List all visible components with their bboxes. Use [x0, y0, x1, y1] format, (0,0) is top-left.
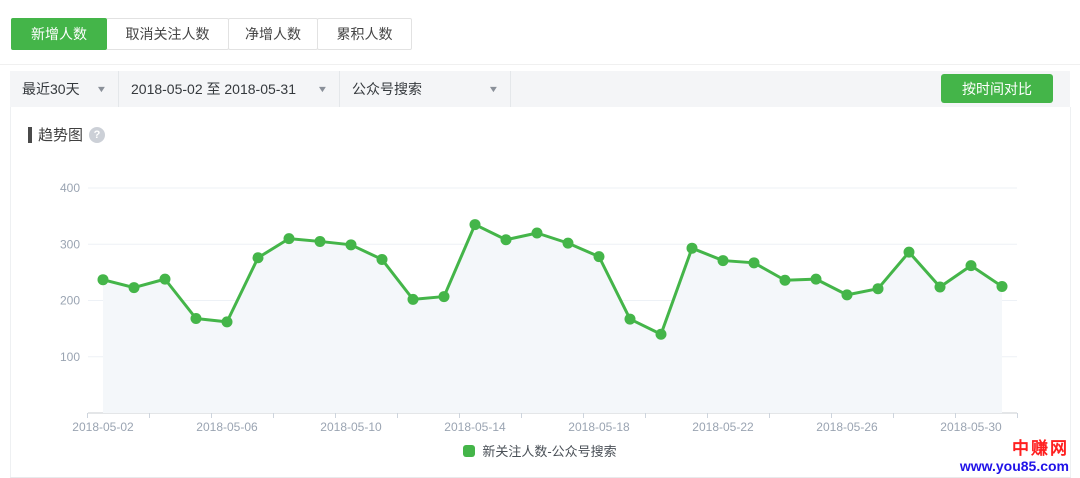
data-point[interactable] — [129, 282, 140, 293]
data-point[interactable] — [439, 291, 450, 302]
svg-text:2018-05-22: 2018-05-22 — [692, 420, 754, 434]
data-point[interactable] — [594, 251, 605, 262]
svg-text:2018-05-14: 2018-05-14 — [444, 420, 506, 434]
data-point[interactable] — [160, 274, 171, 285]
followers-analytics-page: 新增人数 取消关注人数 净增人数 累积人数 最近30天 ▼ 2018-05-02… — [0, 0, 1080, 478]
svg-text:200: 200 — [60, 294, 80, 308]
data-point[interactable] — [873, 283, 884, 294]
data-point[interactable] — [501, 234, 512, 245]
tab-new-followers[interactable]: 新增人数 — [11, 18, 107, 50]
y-axis-labels: 100 200 300 400 — [60, 181, 80, 364]
data-point[interactable] — [222, 316, 233, 327]
x-axis-labels: 2018-05-02 2018-05-06 2018-05-10 2018-05-14… — [72, 420, 1002, 434]
data-point[interactable] — [377, 254, 388, 265]
data-point[interactable] — [532, 228, 543, 239]
data-point[interactable] — [842, 289, 853, 300]
data-point[interactable] — [253, 252, 264, 263]
data-point[interactable] — [687, 243, 698, 254]
svg-text:100: 100 — [60, 350, 80, 364]
data-point[interactable] — [811, 274, 822, 285]
data-point[interactable] — [625, 314, 636, 325]
data-point[interactable] — [780, 275, 791, 286]
data-point[interactable] — [470, 219, 481, 230]
legend-marker-icon — [463, 445, 475, 457]
svg-text:2018-05-10: 2018-05-10 — [320, 420, 382, 434]
series-area-fill — [103, 225, 1002, 413]
svg-text:2018-05-02: 2018-05-02 — [72, 420, 134, 434]
data-point[interactable] — [997, 281, 1008, 292]
data-point[interactable] — [98, 274, 109, 285]
x-axis — [88, 413, 1018, 418]
data-point[interactable] — [191, 313, 202, 324]
legend-label: 新关注人数-公众号搜索 — [482, 441, 616, 460]
svg-text:2018-05-18: 2018-05-18 — [568, 420, 630, 434]
data-point[interactable] — [408, 294, 419, 305]
data-point[interactable] — [749, 257, 760, 268]
svg-text:2018-05-26: 2018-05-26 — [816, 420, 878, 434]
svg-text:2018-05-30: 2018-05-30 — [940, 420, 1002, 434]
trend-line-chart[interactable]: 1002003004002018-05-022018-05-062018-05-… — [0, 0, 1080, 478]
data-point[interactable] — [935, 282, 946, 293]
data-point[interactable] — [966, 260, 977, 271]
svg-text:400: 400 — [60, 181, 80, 195]
legend-item[interactable]: 新关注人数-公众号搜索 — [0, 441, 1080, 460]
data-point[interactable] — [718, 255, 729, 266]
data-point[interactable] — [563, 238, 574, 249]
svg-text:300: 300 — [60, 237, 80, 251]
data-point[interactable] — [904, 247, 915, 258]
data-point[interactable] — [346, 239, 357, 250]
svg-text:2018-05-06: 2018-05-06 — [196, 420, 258, 434]
data-point[interactable] — [284, 233, 295, 244]
data-point[interactable] — [656, 329, 667, 340]
data-point[interactable] — [315, 236, 326, 247]
